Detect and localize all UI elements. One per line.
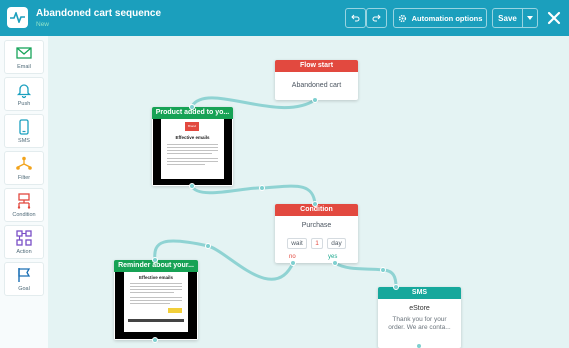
sidebar-item-action[interactable]: Action <box>4 225 44 259</box>
save-button[interactable]: Save <box>492 8 523 28</box>
automation-options-label: Automation options <box>411 13 483 23</box>
flow-start-node[interactable]: Flow start Abandoned cart <box>275 60 358 100</box>
connector-dot[interactable] <box>152 337 158 343</box>
connector-dot[interactable] <box>332 260 338 266</box>
connector-dot[interactable] <box>416 343 422 348</box>
sidebar-item-label: Condition <box>12 212 36 218</box>
email-preview: Brand Effective emails <box>153 119 232 185</box>
connector-dot[interactable] <box>189 104 195 110</box>
phone-icon <box>19 119 29 135</box>
sidebar-item-push[interactable]: Push <box>4 77 44 111</box>
redo-icon <box>372 14 381 22</box>
sidebar-item-filter[interactable]: Filter <box>4 151 44 185</box>
email-node-reminder[interactable]: Reminder about your... Effective emails <box>114 260 198 340</box>
cta-button-preview <box>168 308 182 313</box>
connector-dot[interactable] <box>290 260 296 266</box>
app-logo-icon <box>7 7 28 28</box>
sidebar-item-goal[interactable]: Goal <box>4 262 44 296</box>
condition-label: Purchase <box>301 222 332 229</box>
connector-dot[interactable] <box>259 185 265 191</box>
sidebar-item-label: SMS <box>18 138 30 144</box>
condition-node[interactable]: Condition Purchase wait 1 day no yes <box>275 204 358 263</box>
sidebar-item-label: Goal <box>18 286 30 292</box>
elements-sidebar: Email Push SMS Filter Condition Action G… <box>0 36 48 348</box>
page-title: Abandoned cart sequence <box>36 8 162 19</box>
redo-button[interactable] <box>366 8 387 28</box>
sms-sender: eStore <box>409 305 430 312</box>
top-bar: Abandoned cart sequence New Automation o… <box>0 0 569 36</box>
connector-dot[interactable] <box>312 97 318 103</box>
sidebar-item-label: Email <box>17 64 31 70</box>
gear-icon <box>398 14 406 22</box>
close-icon[interactable] <box>547 10 561 26</box>
trigger-label: Abandoned cart <box>291 82 342 89</box>
connector-dot[interactable] <box>205 243 211 249</box>
sms-message: Thank you for your order. We are conta..… <box>388 316 451 331</box>
wait-label: wait <box>287 238 307 249</box>
wait-unit: day <box>327 238 346 249</box>
wait-value: 1 <box>311 238 323 249</box>
sidebar-item-email[interactable]: Email <box>4 40 44 74</box>
sms-node[interactable]: SMS eStore Thank you for your order. We … <box>378 287 461 348</box>
flag-icon <box>18 268 31 282</box>
node-header: SMS <box>378 287 461 299</box>
sidebar-item-label: Action <box>16 249 32 255</box>
wait-settings: wait 1 day <box>275 232 358 250</box>
filter-icon <box>16 156 32 170</box>
preview-title: Effective emails <box>138 275 174 280</box>
node-header: Flow start <box>275 60 358 72</box>
connector-dot[interactable] <box>393 284 399 290</box>
save-options-button[interactable] <box>523 8 538 28</box>
connector-dot[interactable] <box>152 257 158 263</box>
connector-dot[interactable] <box>312 201 318 207</box>
sidebar-item-label: Push <box>17 101 31 107</box>
brand-logo: Brand <box>185 122 199 131</box>
sidebar-item-sms[interactable]: SMS <box>4 114 44 148</box>
preview-title: Effective emails <box>175 135 210 140</box>
status-label: New <box>36 21 50 28</box>
condition-icon <box>17 193 31 209</box>
email-node-product-added[interactable]: Product added to yo... Brand Effective e… <box>152 107 233 186</box>
automation-options-button[interactable]: Automation options <box>393 8 487 28</box>
undo-icon <box>351 14 360 22</box>
sidebar-item-condition[interactable]: Condition <box>4 188 44 222</box>
sidebar-item-label: Filter <box>17 175 31 181</box>
branch-yes-label: yes <box>328 254 338 260</box>
connector-dot[interactable] <box>189 183 195 189</box>
email-preview: Effective emails <box>115 272 197 339</box>
caret-down-icon <box>527 16 533 20</box>
action-icon <box>16 230 32 246</box>
undo-button[interactable] <box>345 8 366 28</box>
workflow-canvas[interactable]: Flow start Abandoned cart Product added … <box>48 36 569 348</box>
envelope-icon <box>16 47 32 59</box>
bell-icon <box>16 84 32 99</box>
connector-dot[interactable] <box>380 267 386 273</box>
